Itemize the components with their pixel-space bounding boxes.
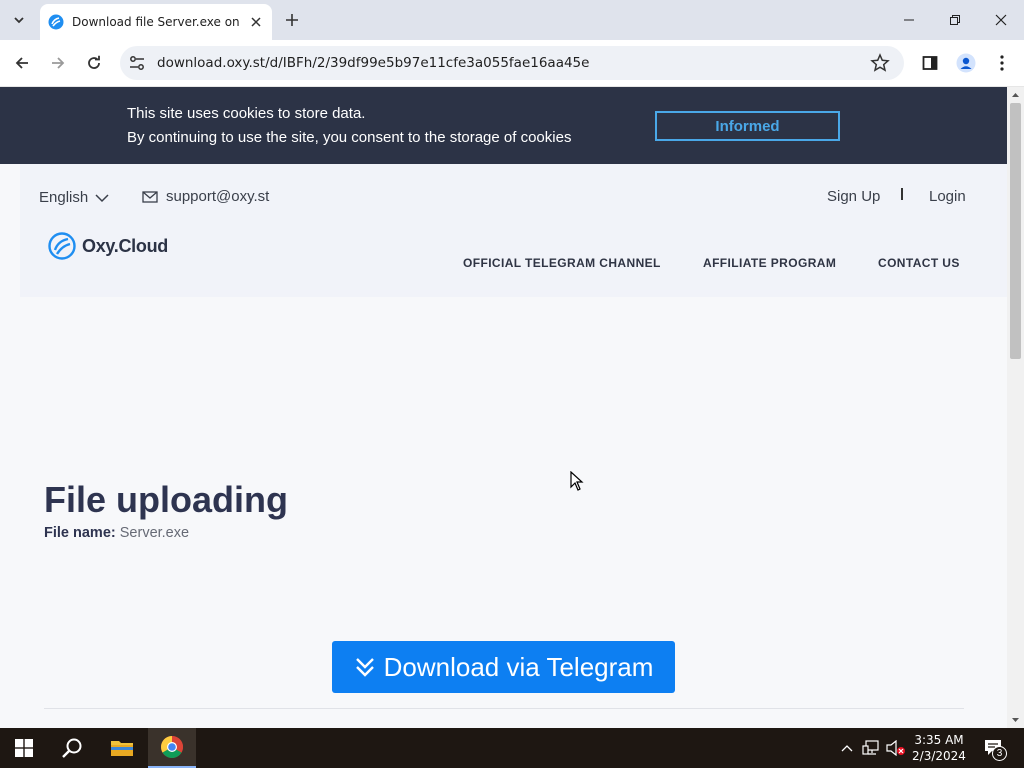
scroll-down-arrow-icon[interactable] bbox=[1007, 714, 1024, 726]
new-tab-button[interactable] bbox=[282, 10, 302, 30]
active-tab[interactable]: Download file Server.exe on Oxy.Cloud bbox=[40, 4, 272, 40]
oxy-cloud-favicon-icon bbox=[48, 14, 64, 30]
page-title: File uploading bbox=[44, 479, 288, 520]
informed-button[interactable]: Informed bbox=[655, 111, 840, 141]
reload-button[interactable] bbox=[82, 51, 106, 75]
avatar-icon bbox=[956, 53, 976, 73]
scroll-up-arrow-icon[interactable] bbox=[1007, 89, 1024, 101]
tab-strip: Download file Server.exe on Oxy.Cloud bbox=[0, 0, 1024, 40]
kebab-menu-icon bbox=[1000, 55, 1004, 71]
plus-icon bbox=[286, 14, 298, 26]
profile-button[interactable] bbox=[954, 51, 978, 75]
logo-text: Oxy.Cloud bbox=[82, 235, 168, 256]
close-icon bbox=[995, 14, 1007, 26]
clock-time: 3:35 AM bbox=[914, 733, 964, 747]
restore-icon bbox=[950, 15, 960, 25]
chrome-taskbar-button[interactable] bbox=[148, 728, 196, 768]
chevron-down-icon bbox=[95, 193, 109, 202]
cookie-banner: This site uses cookies to store data. By… bbox=[0, 87, 1007, 164]
file-name-row: File name: Server.exe bbox=[44, 525, 189, 541]
cookie-text-line1: This site uses cookies to store data. bbox=[127, 105, 366, 122]
login-link[interactable]: Login bbox=[929, 188, 966, 205]
chrome-icon bbox=[161, 736, 183, 758]
back-button[interactable] bbox=[10, 51, 34, 75]
minimize-button[interactable] bbox=[897, 8, 921, 32]
mouse-cursor-icon bbox=[570, 471, 584, 491]
tab-search-button[interactable] bbox=[8, 9, 30, 31]
download-telegram-button[interactable]: Download via Telegram bbox=[332, 641, 675, 693]
menu-button[interactable] bbox=[990, 51, 1014, 75]
url-text: download.oxy.st/d/IBFh/2/39df99e5b97e11c… bbox=[157, 55, 590, 71]
page-viewport: This site uses cookies to store data. By… bbox=[0, 87, 1007, 728]
notification-count-badge: 3 bbox=[992, 746, 1007, 761]
show-hidden-icons-button[interactable] bbox=[838, 728, 856, 768]
folder-icon bbox=[111, 741, 133, 756]
arrow-right-icon bbox=[52, 57, 65, 69]
windows-logo-icon bbox=[15, 739, 33, 757]
close-window-button[interactable] bbox=[989, 8, 1013, 32]
divider bbox=[901, 188, 903, 200]
file-name-label: File name: bbox=[44, 525, 116, 541]
clock[interactable]: 3:35 AM 2/3/2024 bbox=[910, 728, 968, 768]
download-button-label: Download via Telegram bbox=[383, 651, 654, 682]
file-name-value: Server.exe bbox=[119, 525, 190, 541]
search-icon bbox=[62, 738, 82, 758]
network-button[interactable] bbox=[861, 728, 881, 768]
bookmark-star-icon[interactable] bbox=[870, 53, 890, 73]
site-logo[interactable]: Oxy.Cloud bbox=[48, 232, 168, 260]
page-scrollbar[interactable] bbox=[1007, 87, 1024, 728]
taskbar: 3:35 AM 2/3/2024 3 bbox=[0, 728, 1024, 768]
side-panel-icon bbox=[922, 56, 938, 70]
restore-button[interactable] bbox=[943, 8, 967, 32]
scroll-thumb[interactable] bbox=[1010, 103, 1021, 359]
browser-toolbar: download.oxy.st/d/IBFh/2/39df99e5b97e11c… bbox=[0, 40, 1024, 87]
mail-icon bbox=[142, 190, 158, 203]
nav-contact-us[interactable]: CONTACT US bbox=[878, 256, 960, 270]
oxy-cloud-logo-icon bbox=[48, 232, 76, 260]
network-icon bbox=[862, 740, 879, 755]
clock-date: 2/3/2024 bbox=[912, 749, 966, 763]
side-panel-button[interactable] bbox=[918, 51, 942, 75]
reload-icon bbox=[88, 55, 100, 69]
forward-button[interactable] bbox=[46, 51, 70, 75]
file-explorer-button[interactable] bbox=[98, 728, 146, 768]
cookie-text-line2: By continuing to use the site, you conse… bbox=[127, 129, 572, 146]
site-info-icon[interactable] bbox=[128, 54, 146, 72]
volume-muted-icon bbox=[886, 740, 905, 756]
nav-telegram-channel[interactable]: OFFICIAL TELEGRAM CHANNEL bbox=[463, 256, 661, 270]
notification-center-button[interactable]: 3 bbox=[976, 728, 1012, 768]
address-bar[interactable]: download.oxy.st/d/IBFh/2/39df99e5b97e11c… bbox=[120, 46, 904, 80]
support-email-text: support@oxy.st bbox=[166, 188, 270, 205]
volume-button[interactable] bbox=[885, 728, 907, 768]
language-label: English bbox=[39, 189, 89, 206]
tab-title: Download file Server.exe on Oxy.Cloud bbox=[72, 15, 242, 29]
chevron-down-icon bbox=[14, 17, 24, 24]
tab-close-icon[interactable] bbox=[248, 14, 264, 30]
arrow-left-icon bbox=[15, 57, 28, 69]
chevron-up-icon bbox=[841, 745, 853, 752]
double-chevron-down-icon bbox=[355, 658, 374, 677]
support-email-link[interactable]: support@oxy.st bbox=[142, 188, 269, 205]
divider bbox=[44, 708, 964, 709]
minimize-icon bbox=[904, 19, 914, 21]
nav-affiliate-program[interactable]: AFFILIATE PROGRAM bbox=[703, 256, 836, 270]
language-selector[interactable]: English bbox=[39, 189, 109, 206]
header-background bbox=[20, 164, 1007, 297]
start-button[interactable] bbox=[0, 728, 48, 768]
sign-up-link[interactable]: Sign Up bbox=[827, 188, 880, 205]
search-button[interactable] bbox=[48, 728, 96, 768]
